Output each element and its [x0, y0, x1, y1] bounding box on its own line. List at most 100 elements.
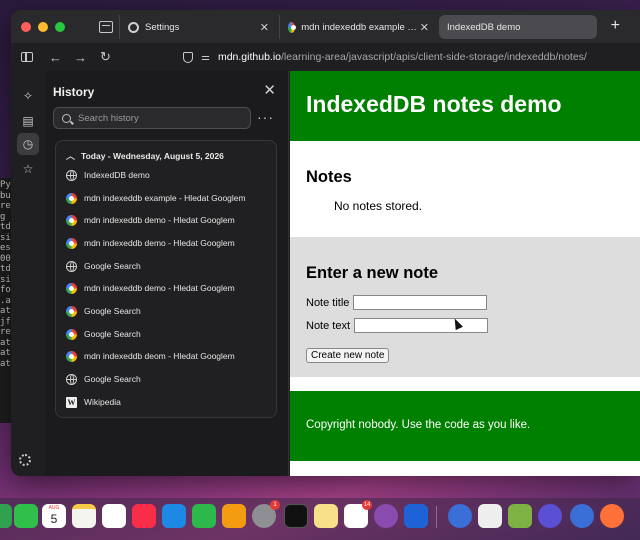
history-item[interactable]: mdn indexeddb deom - Hledat Googlem: [66, 348, 235, 364]
notes-heading: Notes: [306, 168, 352, 186]
note-title-label: Note title: [306, 296, 350, 309]
pages-app-icon[interactable]: [222, 504, 246, 528]
close-tab-icon[interactable]: ✕: [420, 21, 429, 34]
chevron-up-icon: ︿: [66, 151, 76, 161]
note-title-input[interactable]: [353, 295, 488, 310]
new-note-form: Enter a new note Note title Note text Cr…: [290, 237, 640, 377]
zoom-window-button[interactable]: [55, 21, 65, 32]
search-icon: [62, 113, 71, 123]
google-icon: [66, 192, 77, 204]
google-icon: [66, 237, 77, 249]
history-clock-icon[interactable]: ◷: [17, 133, 39, 155]
google-icon: [66, 350, 77, 362]
history-item[interactable]: mdn indexeddb demo - Hledat Googlem: [66, 212, 235, 228]
history-item[interactable]: mdn indexeddb demo - Hledat Googlem: [66, 280, 235, 296]
github-desktop-app-icon[interactable]: [374, 504, 398, 528]
sidebar-rail: ✧ ▤ ◷ ☆: [11, 71, 45, 476]
history-item[interactable]: Google Search: [66, 258, 141, 274]
close-tab-icon[interactable]: ✕: [260, 21, 269, 34]
firefox-nightly-app-icon[interactable]: [538, 504, 562, 528]
tab-indexeddb-demo[interactable]: IndexedDB demo: [439, 15, 597, 39]
firefox-dev-app-icon[interactable]: [448, 504, 472, 528]
address-bar[interactable]: ⚌ mdn.github.io/learning-area/javascript…: [177, 45, 640, 69]
globe-icon: [66, 169, 77, 181]
settings-gear-icon[interactable]: [19, 454, 31, 466]
close-window-button[interactable]: [21, 21, 31, 32]
create-note-button[interactable]: Create new note: [306, 348, 390, 363]
close-icon[interactable]: ✕: [263, 81, 276, 99]
numbers-app-icon[interactable]: [192, 504, 216, 528]
history-list: ︿ Today - Wednesday, August 5, 2026 Inde…: [55, 140, 277, 418]
dock: AUG 5 1 14: [0, 498, 640, 540]
bookmarks-star-icon[interactable]: ☆: [17, 158, 39, 180]
history-item[interactable]: IndexedDB demo: [66, 167, 150, 183]
script-editor-app-icon[interactable]: [508, 504, 532, 528]
form-heading: Enter a new note: [306, 264, 439, 282]
globe-icon: [66, 260, 77, 272]
stickies-app-icon[interactable]: [314, 504, 338, 528]
tab-settings[interactable]: Settings ✕: [119, 15, 277, 39]
browser-window: Settings ✕ mdn indexeddb example - Hleda…: [11, 10, 640, 476]
reload-icon[interactable]: ↻: [93, 49, 118, 65]
ai-sparkle-icon[interactable]: ✧: [17, 85, 39, 107]
url-path: /learning-area/javascript/apis/client-si…: [281, 51, 587, 63]
calendar-app-icon[interactable]: AUG 5: [42, 504, 66, 528]
textedit-app-icon[interactable]: [478, 504, 502, 528]
google-icon: [66, 282, 77, 294]
back-arrow-icon[interactable]: ←: [43, 50, 68, 65]
history-item[interactable]: W Wikipedia: [66, 394, 121, 410]
tab-bar: Settings ✕ mdn indexeddb example - Hleda…: [11, 10, 640, 43]
note-text-label: Note text: [306, 319, 351, 332]
page-header: IndexedDB notes demo: [290, 71, 640, 141]
notes-app-icon[interactable]: [72, 504, 96, 528]
globe-icon: [66, 373, 77, 385]
history-item[interactable]: Google Search: [66, 371, 141, 387]
tab-mdn-search[interactable]: mdn indexeddb example - Hledat Googlem ✕: [279, 15, 437, 39]
facetime-app-icon[interactable]: [14, 504, 38, 528]
tab-title: Settings: [145, 21, 180, 33]
google-icon: [66, 328, 77, 340]
wikipedia-icon: W: [66, 396, 77, 408]
sidebar-toggle-icon[interactable]: [21, 52, 33, 62]
freeform-app-icon[interactable]: [102, 504, 126, 528]
search-placeholder: Search history: [78, 112, 139, 124]
firefox-app-icon[interactable]: [600, 504, 624, 528]
notification-badge: 14: [362, 500, 372, 510]
notes-section: Notes No notes stored.: [290, 141, 640, 237]
page-title: IndexedDB notes demo: [306, 91, 562, 117]
keynote-app-icon[interactable]: [162, 504, 186, 528]
reading-list-icon[interactable]: ▤: [17, 110, 39, 132]
firefox-beta-app-icon[interactable]: [570, 504, 594, 528]
history-item[interactable]: Google Search: [66, 303, 141, 319]
note-title-row: Note title: [306, 295, 488, 310]
history-item[interactable]: mdn indexeddb demo - Hledat Googlem: [66, 235, 235, 251]
history-title: History: [53, 85, 95, 99]
music-app-icon[interactable]: [132, 504, 156, 528]
forward-arrow-icon[interactable]: →: [68, 50, 93, 65]
page-footer: Copyright nobody. Use the code as you li…: [290, 391, 640, 461]
navigation-bar: ← → ↻ ⚌ mdn.github.io/learning-area/java…: [11, 43, 640, 71]
gear-icon: [128, 21, 139, 33]
tab-title: IndexedDB demo: [447, 21, 521, 33]
xcode-app-icon[interactable]: [404, 504, 428, 528]
shield-icon[interactable]: [183, 51, 193, 63]
tab-overview-icon[interactable]: [99, 20, 113, 33]
new-tab-button[interactable]: +: [611, 18, 620, 34]
search-history-input[interactable]: Search history: [53, 107, 251, 129]
history-item[interactable]: Google Search: [66, 326, 141, 342]
more-options-icon[interactable]: ···: [257, 109, 274, 125]
site-settings-icon[interactable]: ⚌: [201, 52, 210, 63]
day-group-header[interactable]: ︿ Today - Wednesday, August 5, 2026: [66, 149, 224, 162]
messages-app-icon[interactable]: [0, 504, 12, 528]
history-item[interactable]: mdn indexeddb example - Hledat Googlem: [66, 190, 246, 206]
footer-text: Copyright nobody. Use the code as you li…: [306, 419, 531, 431]
note-text-input[interactable]: [354, 318, 489, 333]
notes-empty-message: No notes stored.: [334, 199, 423, 213]
history-panel: History ✕ Search history ··· ︿ Today - W…: [45, 71, 289, 476]
google-icon: [66, 305, 77, 317]
terminal-app-icon[interactable]: [284, 504, 308, 528]
google-icon: [288, 21, 297, 33]
web-page: IndexedDB notes demo Notes No notes stor…: [290, 71, 640, 476]
minimize-window-button[interactable]: [38, 21, 48, 32]
google-icon: [66, 214, 77, 226]
